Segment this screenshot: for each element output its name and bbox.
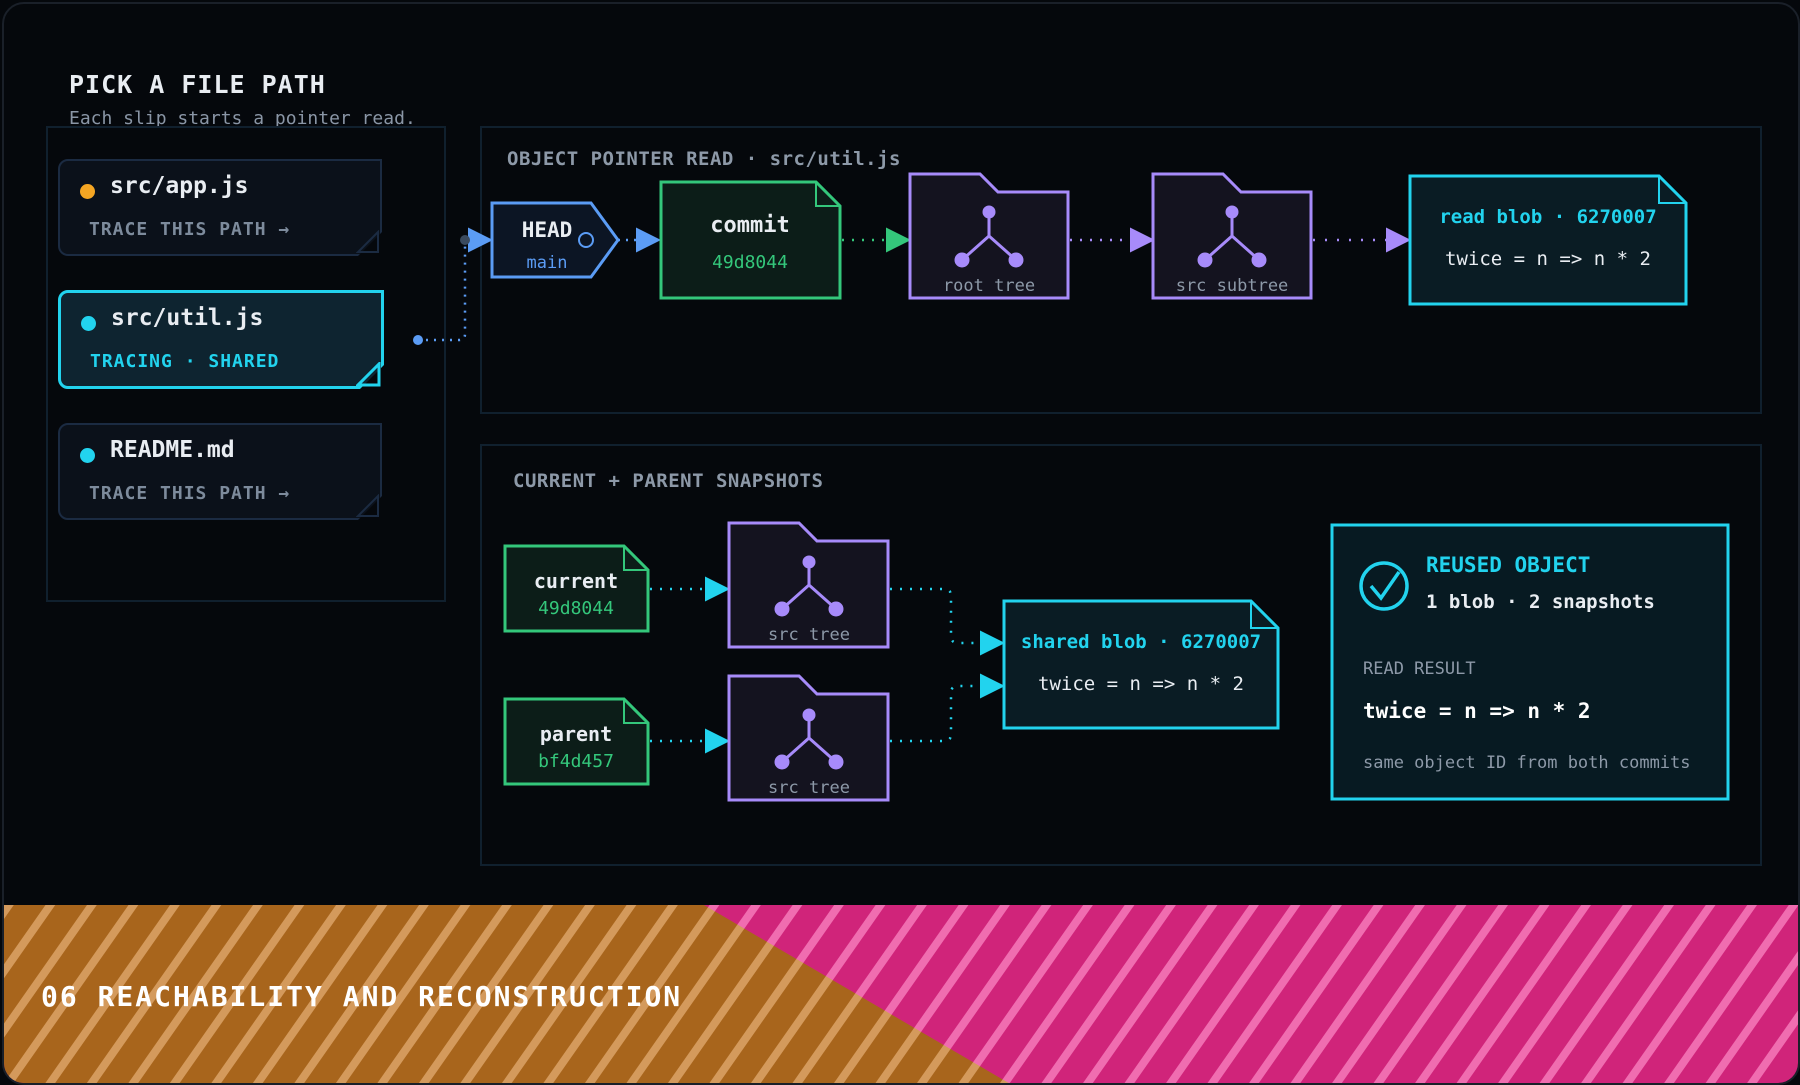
reused-object-summary: 1 blob · 2 snapshots — [1426, 591, 1655, 613]
parent-commit-title: parent — [540, 722, 612, 746]
parent-tree-to-blob-arrow — [890, 673, 1005, 743]
shared-blob-node[interactable] — [1002, 599, 1280, 730]
commit-title: commit — [710, 213, 789, 238]
read-blob-node[interactable] — [1408, 174, 1688, 306]
current-src-tree-label: src tree — [768, 625, 850, 645]
chapter-title: 06 REACHABILITY AND RECONSTRUCTION — [41, 980, 683, 1013]
src-subtree-label: src subtree — [1176, 276, 1289, 296]
head-branch: main — [527, 253, 568, 273]
current-commit-title: current — [534, 569, 618, 593]
read-result-value: twice = n => n * 2 — [1363, 699, 1591, 723]
parent-commit-hash: bf4d457 — [538, 751, 614, 772]
current-commit-hash: 49d8044 — [538, 598, 614, 619]
shared-blob-title: shared blob · 6270007 — [1021, 631, 1261, 653]
slip-to-head-connector — [413, 227, 493, 345]
object-graph: HEAD main commit 49d8044 root tree src s… — [413, 172, 1730, 802]
read-blob-title: read blob · 6270007 — [1439, 206, 1656, 228]
reused-object-heading: REUSED OBJECT — [1426, 553, 1590, 577]
parent-src-tree-label: src tree — [768, 778, 850, 798]
head-title: HEAD — [522, 218, 573, 242]
commit-node[interactable] — [659, 180, 842, 300]
current-tree-to-blob-arrow — [890, 587, 1005, 656]
read-result-label: READ RESULT — [1363, 659, 1476, 679]
read-blob-content: twice = n => n * 2 — [1445, 248, 1651, 270]
root-tree-label: root tree — [943, 276, 1035, 296]
commit-hash: 49d8044 — [712, 252, 788, 273]
shared-blob-content: twice = n => n * 2 — [1038, 673, 1244, 695]
read-result-note: same object ID from both commits — [1363, 753, 1691, 773]
canvas-frame: PICK A FILE PATH Each slip starts a poin… — [2, 2, 1800, 1085]
